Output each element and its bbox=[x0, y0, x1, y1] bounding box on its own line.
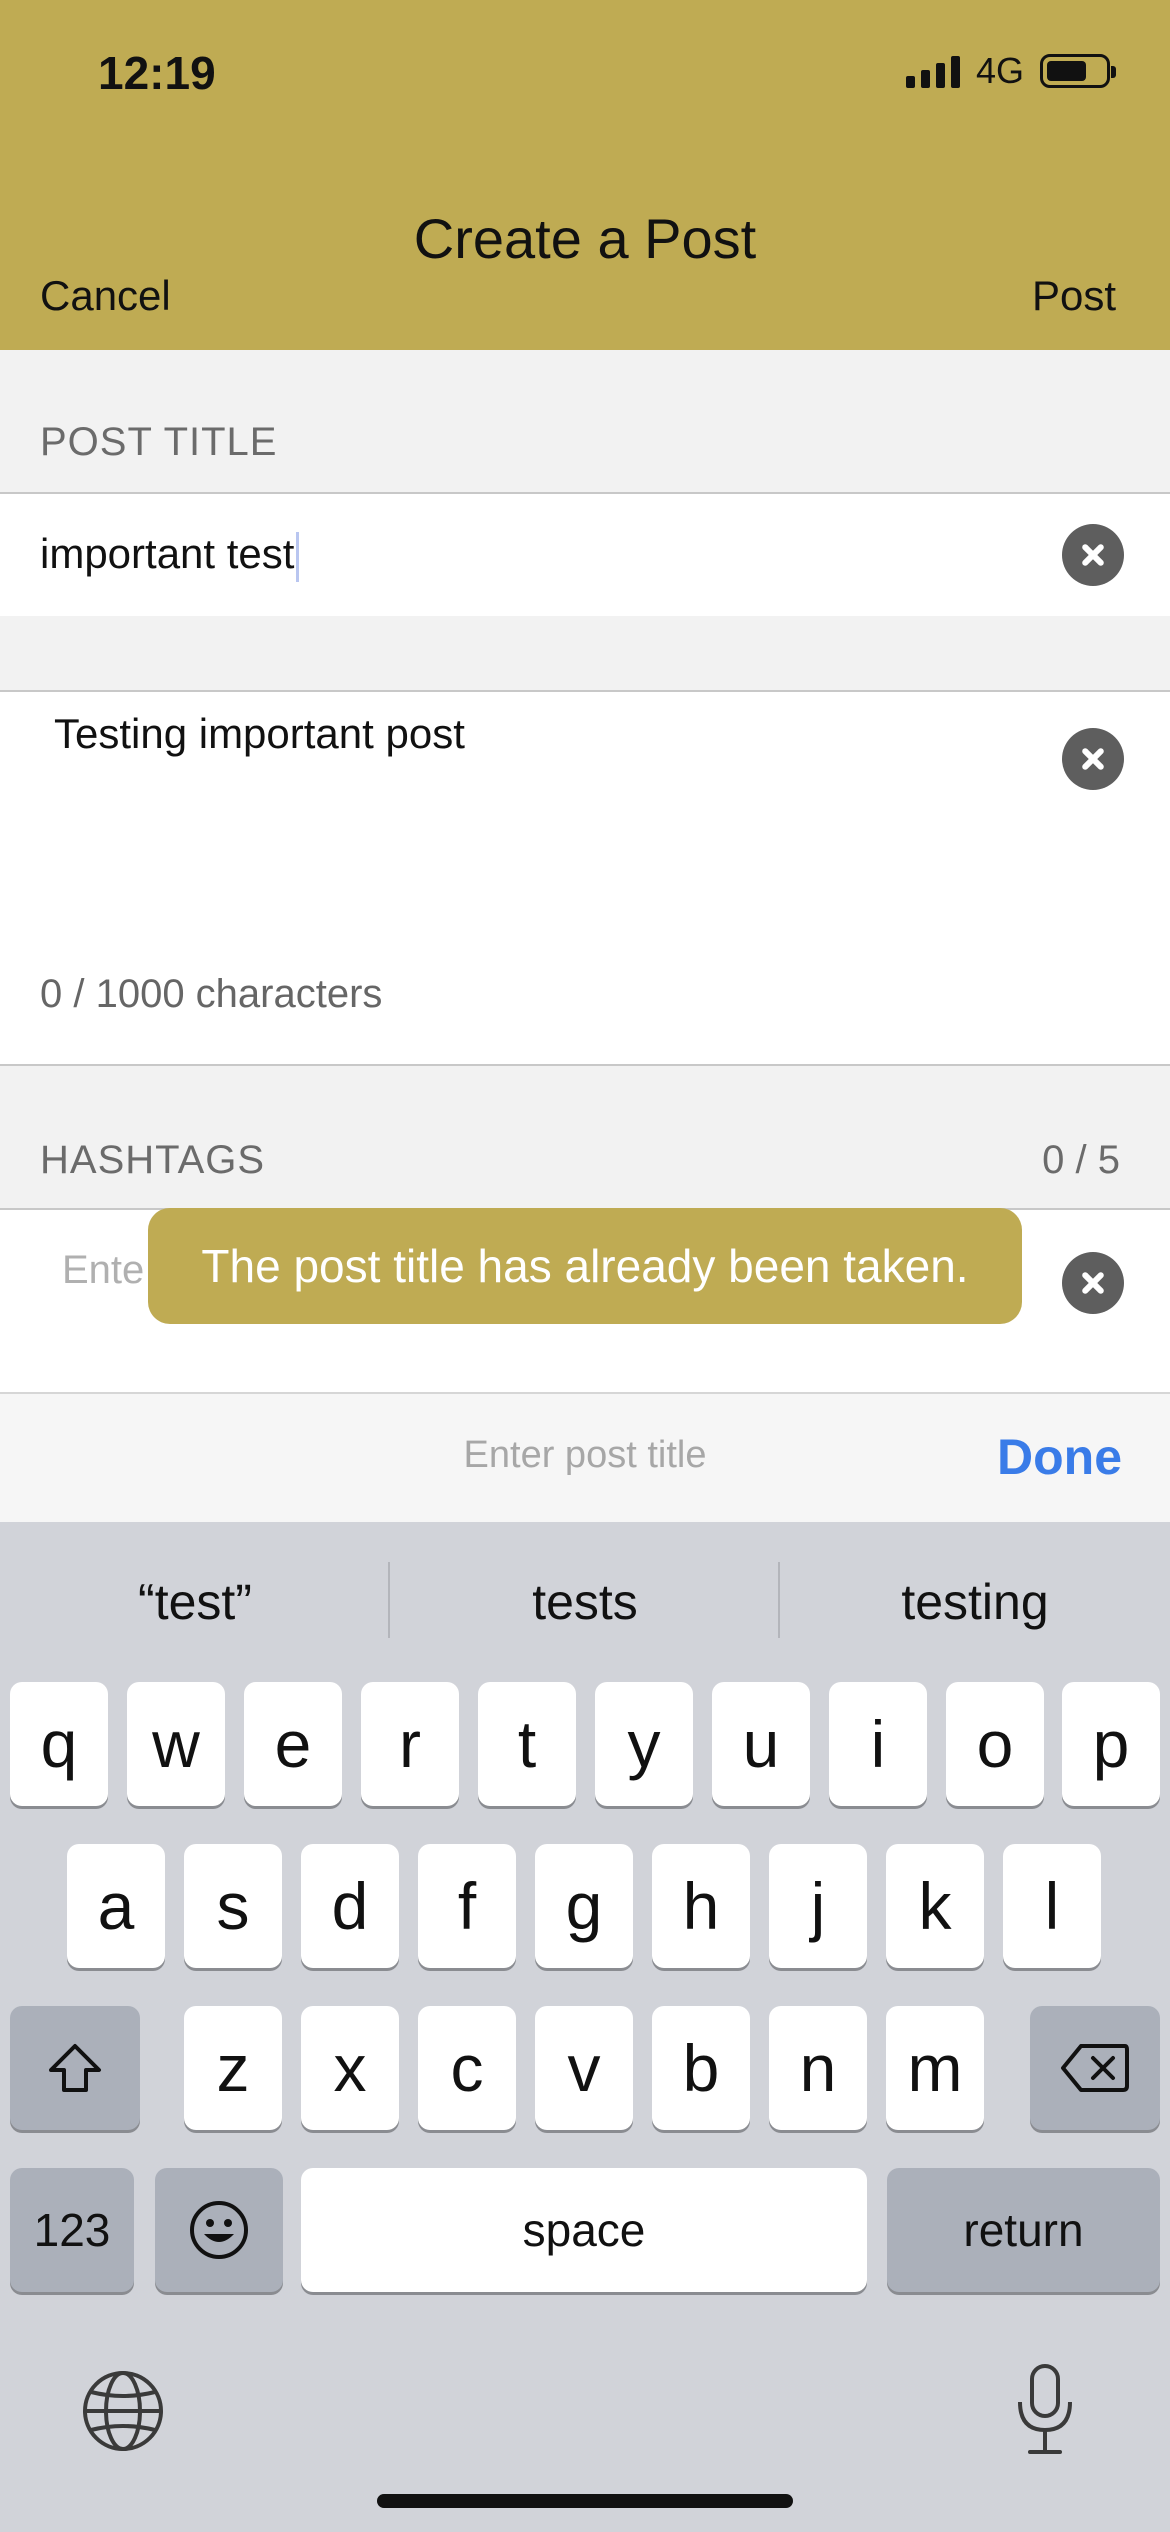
accessory-placeholder: Enter post title bbox=[463, 1434, 707, 1476]
page-title: Create a Post bbox=[413, 207, 757, 270]
shift-key[interactable] bbox=[10, 2006, 140, 2130]
key-y[interactable]: y bbox=[595, 1682, 693, 1806]
key-h[interactable]: h bbox=[652, 1844, 750, 1968]
battery-icon bbox=[1040, 54, 1116, 88]
key-k[interactable]: k bbox=[886, 1844, 984, 1968]
shift-icon bbox=[49, 2044, 101, 2092]
key-d[interactable]: d bbox=[301, 1844, 399, 1968]
key-r[interactable]: r bbox=[361, 1682, 459, 1806]
backspace-key[interactable] bbox=[1030, 2006, 1160, 2130]
suggestion-3[interactable]: testing bbox=[780, 1562, 1170, 1642]
key-x[interactable]: x bbox=[301, 2006, 399, 2130]
key-c[interactable]: c bbox=[418, 2006, 516, 2130]
key-f[interactable]: f bbox=[418, 1844, 516, 1968]
key-z[interactable]: z bbox=[184, 2006, 282, 2130]
key-m[interactable]: m bbox=[886, 2006, 984, 2130]
suggestion-2[interactable]: tests bbox=[390, 1562, 780, 1642]
network-type: 4G bbox=[975, 50, 1024, 91]
header: 12:19 4G Create a Post Cancel Post bbox=[0, 0, 1170, 350]
return-key[interactable]: return bbox=[887, 2168, 1160, 2292]
key-s[interactable]: s bbox=[184, 1844, 282, 1968]
key-e[interactable]: e bbox=[244, 1682, 342, 1806]
backspace-icon bbox=[1061, 2044, 1129, 2092]
cancel-button[interactable]: Cancel bbox=[40, 272, 171, 320]
post-title-field[interactable]: important test bbox=[0, 492, 1170, 616]
post-button[interactable]: Post bbox=[1032, 272, 1116, 320]
globe-icon[interactable] bbox=[80, 2368, 166, 2454]
emoji-key[interactable] bbox=[155, 2168, 283, 2292]
post-body-field[interactable]: Testing important post 0 / 1000 characte… bbox=[0, 690, 1170, 1066]
status-indicators: 4G bbox=[905, 50, 1116, 92]
key-q[interactable]: q bbox=[10, 1682, 108, 1806]
key-p[interactable]: p bbox=[1062, 1682, 1160, 1806]
key-j[interactable]: j bbox=[769, 1844, 867, 1968]
post-title-value-wrap: important test bbox=[40, 530, 300, 582]
clear-icon[interactable] bbox=[1062, 1252, 1124, 1314]
microphone-icon[interactable] bbox=[1010, 2362, 1080, 2458]
emoji-icon bbox=[190, 2201, 248, 2259]
key-a[interactable]: a bbox=[67, 1844, 165, 1968]
char-count: 0 / 1000 characters bbox=[40, 972, 383, 1016]
keyboard: “test” tests testing q w e r t y u i o p… bbox=[0, 1522, 1170, 2532]
post-title-value: important test bbox=[40, 530, 295, 577]
numbers-key[interactable]: 123 bbox=[10, 2168, 134, 2292]
key-t[interactable]: t bbox=[478, 1682, 576, 1806]
status-time: 12:19 bbox=[98, 47, 216, 99]
done-button[interactable]: Done bbox=[997, 1428, 1122, 1486]
post-title-label: POST TITLE bbox=[40, 420, 278, 464]
key-i[interactable]: i bbox=[829, 1682, 927, 1806]
key-n[interactable]: n bbox=[769, 2006, 867, 2130]
signal-icon bbox=[905, 54, 960, 88]
error-toast: The post title has already been taken. bbox=[148, 1208, 1022, 1324]
suggestion-1[interactable]: “test” bbox=[0, 1562, 390, 1642]
key-l[interactable]: l bbox=[1003, 1844, 1101, 1968]
keyboard-accessory-bar: Enter post title Done bbox=[0, 1392, 1170, 1522]
space-key[interactable]: space bbox=[301, 2168, 867, 2292]
key-o[interactable]: o bbox=[946, 1682, 1044, 1806]
post-body-value: Testing important post bbox=[54, 710, 465, 757]
clear-icon[interactable] bbox=[1062, 524, 1124, 586]
hashtags-placeholder: Ente bbox=[62, 1248, 145, 1292]
text-caret bbox=[296, 531, 300, 582]
key-u[interactable]: u bbox=[712, 1682, 810, 1806]
key-g[interactable]: g bbox=[535, 1844, 633, 1968]
hashtags-count: 0 / 5 bbox=[1042, 1138, 1120, 1182]
key-w[interactable]: w bbox=[127, 1682, 225, 1806]
clear-icon[interactable] bbox=[1062, 728, 1124, 790]
home-indicator bbox=[377, 2494, 793, 2508]
key-v[interactable]: v bbox=[535, 2006, 633, 2130]
key-b[interactable]: b bbox=[652, 2006, 750, 2130]
hashtags-label: HASHTAGS bbox=[40, 1138, 266, 1182]
